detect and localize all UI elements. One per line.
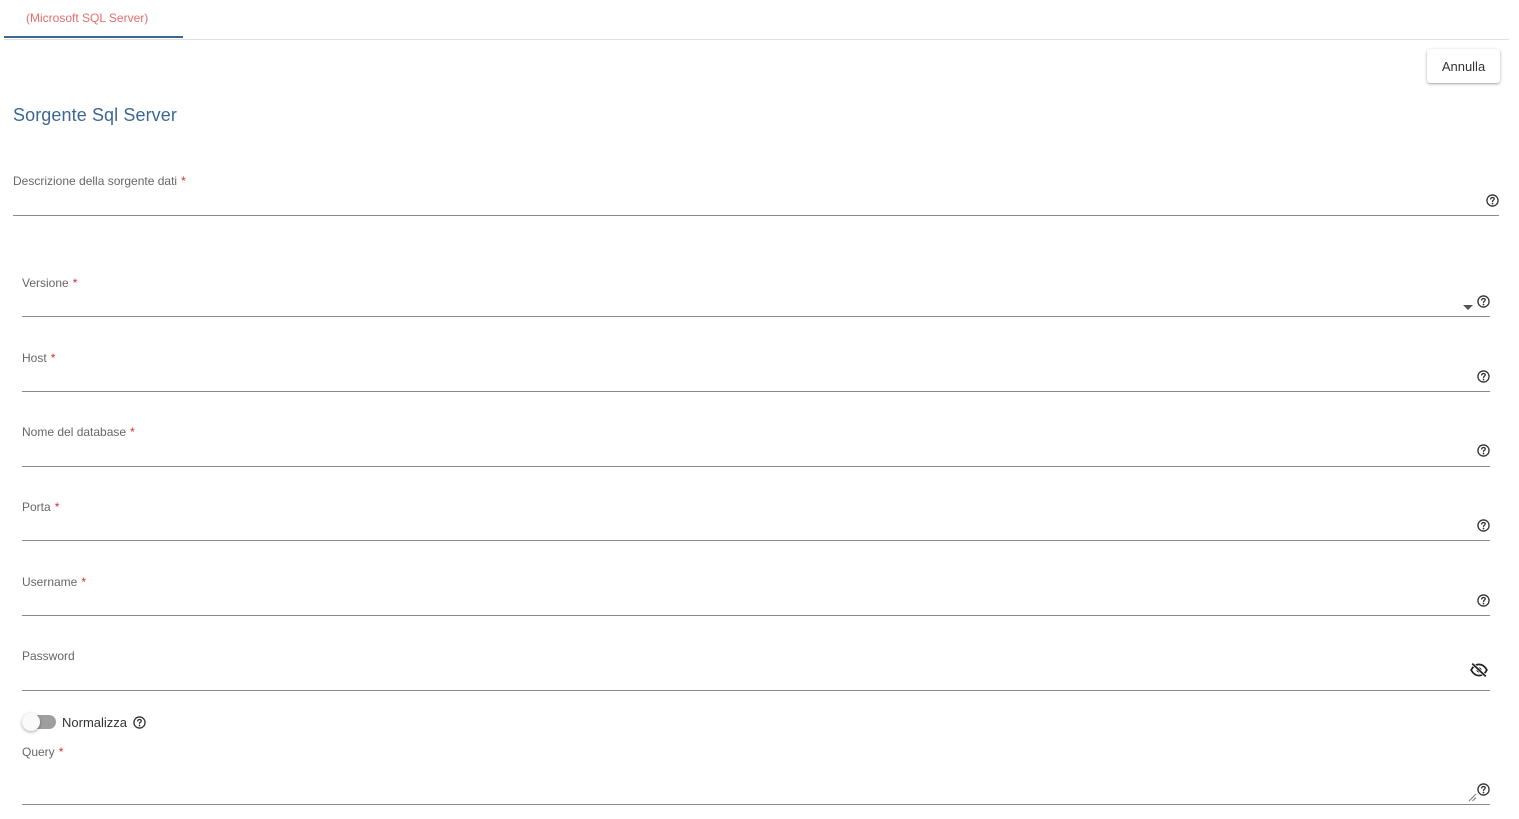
port-label-text: Porta: [22, 500, 51, 514]
required-marker: *: [72, 276, 78, 290]
username-label-text: Username: [22, 575, 78, 589]
username-label: Username *: [22, 575, 86, 589]
host-label-text: Host: [22, 351, 47, 365]
version-label: Versione *: [22, 276, 77, 290]
caret-down-icon[interactable]: [1463, 298, 1473, 310]
query-label-text: Query: [22, 745, 55, 759]
username-field[interactable]: Username *: [22, 571, 1490, 616]
password-label: Password: [22, 649, 75, 663]
description-label: Descrizione della sorgente dati *: [13, 174, 186, 188]
required-marker: *: [181, 174, 186, 188]
tab-microsoft-sql-server[interactable]: (Microsoft SQL Server): [4, 0, 183, 38]
required-marker: *: [50, 351, 56, 365]
query-label: Query *: [22, 745, 63, 759]
host-input[interactable]: [22, 369, 1460, 389]
database-input[interactable]: [22, 444, 1460, 464]
password-field[interactable]: Password: [22, 645, 1490, 691]
password-label-text: Password: [22, 649, 75, 663]
port-input[interactable]: [22, 518, 1460, 538]
toggle-thumb: [22, 713, 40, 731]
password-input[interactable]: [22, 668, 1460, 688]
normalize-label-text: Normalizza: [62, 715, 128, 730]
host-field[interactable]: Host *: [22, 347, 1490, 392]
description-input[interactable]: [13, 193, 1469, 213]
database-field[interactable]: Nome del database *: [22, 421, 1490, 467]
resize-handle-icon[interactable]: [1468, 789, 1477, 802]
required-marker: *: [58, 745, 64, 759]
help-icon[interactable]: [1477, 370, 1490, 383]
tab-bar: (Microsoft SQL Server): [4, 0, 1509, 40]
normalize-toggle[interactable]: [22, 713, 56, 731]
help-icon[interactable]: [1477, 444, 1490, 457]
version-field[interactable]: Versione *: [22, 272, 1490, 317]
version-select[interactable]: [22, 294, 1450, 314]
port-field[interactable]: Porta *: [22, 496, 1490, 541]
description-label-text: Descrizione della sorgente dati: [13, 174, 178, 188]
cancel-button[interactable]: Annulla: [1427, 49, 1500, 83]
eye-off-icon[interactable]: [1470, 662, 1488, 678]
help-icon[interactable]: [1477, 594, 1490, 607]
required-marker: *: [81, 575, 87, 589]
version-label-text: Versione: [22, 276, 69, 290]
page-title: Sorgente Sql Server: [13, 105, 177, 125]
help-icon[interactable]: [1477, 519, 1490, 532]
help-icon[interactable]: [132, 716, 146, 729]
normalize-label: Normalizza: [62, 715, 146, 730]
username-input[interactable]: [22, 593, 1460, 613]
help-icon[interactable]: [1486, 194, 1499, 207]
help-icon[interactable]: [1477, 295, 1490, 308]
required-marker: *: [54, 500, 60, 514]
port-label: Porta *: [22, 500, 59, 514]
host-label: Host *: [22, 351, 55, 365]
query-textarea[interactable]: [22, 776, 1460, 802]
help-icon[interactable]: [1477, 783, 1490, 796]
database-label-text: Nome del database: [22, 425, 127, 439]
database-label: Nome del database *: [22, 425, 135, 439]
description-field[interactable]: Descrizione della sorgente dati *: [13, 170, 1499, 216]
required-marker: *: [130, 425, 135, 439]
query-field[interactable]: Query *: [22, 741, 1490, 805]
page: (Microsoft SQL Server) Annulla Sorgente …: [0, 0, 1519, 819]
